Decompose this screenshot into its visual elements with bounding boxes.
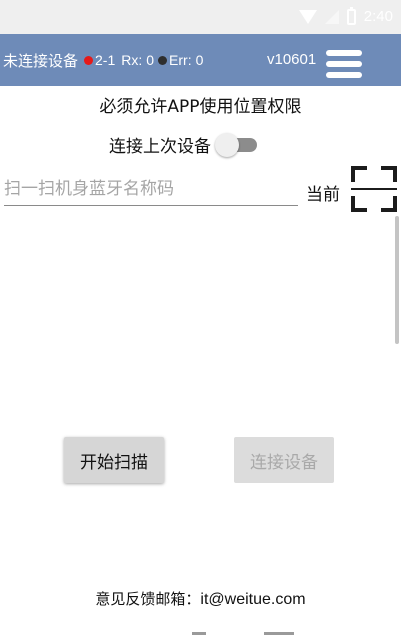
rx-label: Rx:	[121, 52, 143, 68]
rx-value: 0	[146, 52, 155, 68]
battery-icon	[346, 6, 356, 25]
toggle-thumb	[215, 132, 239, 157]
feedback-label: 意见反馈邮箱：	[95, 590, 201, 608]
device-list-scrollbar[interactable]	[395, 216, 399, 344]
err-value: 0	[195, 52, 204, 68]
rx-status-dot-icon	[84, 55, 94, 65]
err-status-dot-icon	[158, 55, 168, 65]
start-scan-button[interactable]: 开始扫描	[64, 437, 164, 483]
reconnect-label: 连接上次设备	[109, 137, 211, 157]
wifi-icon	[298, 9, 317, 24]
status-time: 2:40	[363, 8, 393, 25]
feedback-email[interactable]: it@weitue.com	[200, 591, 305, 608]
menu-bar	[326, 50, 362, 56]
reconnect-row: 连接上次设备	[109, 132, 259, 157]
menu-bar	[326, 61, 362, 67]
connect-device-button[interactable]: 连接设备	[234, 437, 334, 483]
menu-bar	[326, 72, 362, 78]
current-label: 当前	[306, 185, 340, 205]
permission-notice: 必须允许APP使用位置权限	[99, 97, 302, 117]
reconnect-toggle[interactable]	[215, 132, 259, 157]
signal-icon	[324, 9, 339, 24]
app-version: v10601	[267, 51, 317, 68]
bluetooth-name-input[interactable]	[4, 172, 298, 206]
qr-scan-icon[interactable]	[351, 166, 397, 212]
hamburger-menu-icon[interactable]	[326, 50, 362, 78]
feedback-line: 意见反馈邮箱：it@weitue.com	[0, 588, 401, 609]
app-bar: 未连接设备 2-1 Rx: 0 Err: 0 v10601	[0, 34, 401, 86]
status-bar: 2:40	[0, 0, 401, 34]
err-label: Err:	[169, 52, 192, 68]
channel-label: 2-1	[95, 52, 116, 68]
status-icons: 2:40	[298, 6, 393, 25]
connection-status: 未连接设备	[3, 51, 79, 70]
